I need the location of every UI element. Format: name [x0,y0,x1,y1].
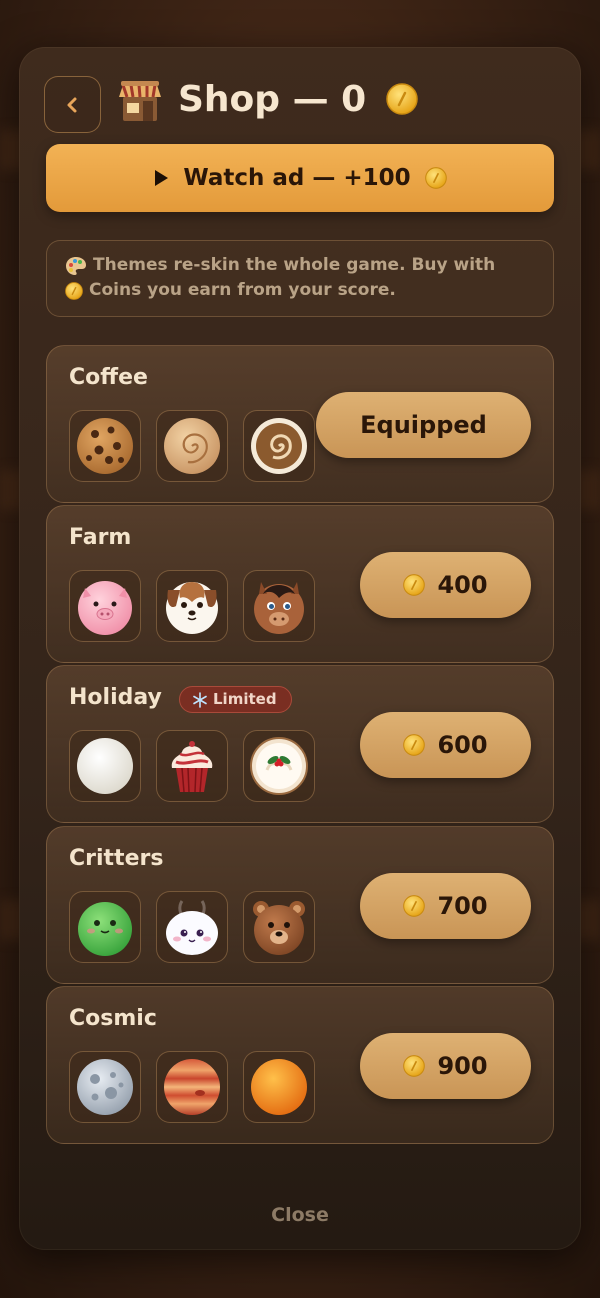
theme-card-critters: Critters 700 [46,826,554,984]
badge-label: Limited [213,690,277,708]
close-button[interactable]: Close [0,1204,600,1226]
info-line-2: Coins you earn from your score. [65,278,535,303]
coin-icon [403,734,426,756]
theme-item-tile [156,410,228,482]
coin-icon [424,167,447,189]
theme-item-tile [243,410,315,482]
theme-item-tile [156,1051,228,1123]
theme-buy-button[interactable]: 700 [360,873,531,939]
snowflake-icon [193,691,207,708]
theme-name: Critters [69,846,164,871]
coin-icon [386,83,418,115]
theme-name: Farm [69,525,132,550]
theme-name: Holiday [69,685,162,710]
theme-item-tile [243,570,315,642]
theme-card-holiday: Holiday Limited 600 [46,665,554,823]
action-label: Equipped [360,411,487,439]
jupiter-icon [164,1059,220,1115]
theme-name: Coffee [69,365,148,390]
page-title: Shop — 0 [178,79,367,120]
back-button[interactable] [44,76,101,133]
theme-card-coffee: Coffee Equipped [46,345,554,503]
coin-icon [403,895,426,917]
theme-item-tile [156,570,228,642]
latte-art-icon [251,418,307,474]
theme-buy-button[interactable]: 400 [360,552,531,618]
price-label: 900 [437,1052,488,1080]
info-box: Themes re-skin the whole game. Buy with … [46,240,554,317]
theme-item-tile [243,891,315,963]
snowball-icon [77,738,133,794]
chevron-left-icon [67,97,76,112]
theme-item-tile [156,891,228,963]
sun-icon [251,1059,307,1115]
theme-item-tile [69,570,141,642]
palette-icon [66,256,86,275]
bear-icon [253,901,305,955]
theme-buy-button[interactable]: 600 [360,712,531,778]
limited-badge: Limited [179,686,292,713]
theme-item-tile [243,730,315,802]
theme-item-tile [69,891,141,963]
info-text-1: Themes re-skin the whole game. Buy with [93,255,496,275]
ghost-bunny-icon [166,900,218,955]
moon-icon [77,1059,133,1115]
theme-item-tile [243,1051,315,1123]
theme-equipped-button[interactable]: Equipped [316,392,531,458]
theme-item-tile [69,410,141,482]
cupcake-icon [171,741,213,793]
holly-cake-icon [250,737,308,795]
watch-ad-label: Watch ad — +100 [183,165,411,191]
info-text-2: Coins you earn from your score. [89,280,396,300]
theme-buy-button[interactable]: 900 [360,1033,531,1099]
frog-icon [78,902,132,956]
price-label: 400 [437,571,488,599]
shop-stall-icon [119,81,161,121]
theme-item-tile [69,730,141,802]
coin-icon [65,281,83,300]
theme-card-farm: Farm 400 [46,505,554,663]
price-label: 600 [437,731,488,759]
coin-icon [403,574,426,596]
play-icon [155,170,169,186]
pig-icon [78,581,132,635]
coin-icon [403,1055,426,1077]
info-line-1: Themes re-skin the whole game. Buy with [65,253,535,278]
theme-name: Cosmic [69,1006,157,1031]
price-label: 700 [437,892,488,920]
theme-item-tile [156,730,228,802]
dog-icon [166,582,218,634]
horse-icon [254,582,304,634]
theme-item-tile [69,1051,141,1123]
theme-card-cosmic: Cosmic 900 [46,986,554,1144]
swirl-cream-icon [164,418,220,474]
cookie-icon [77,418,133,474]
watch-ad-button[interactable]: Watch ad — +100 [46,144,554,212]
